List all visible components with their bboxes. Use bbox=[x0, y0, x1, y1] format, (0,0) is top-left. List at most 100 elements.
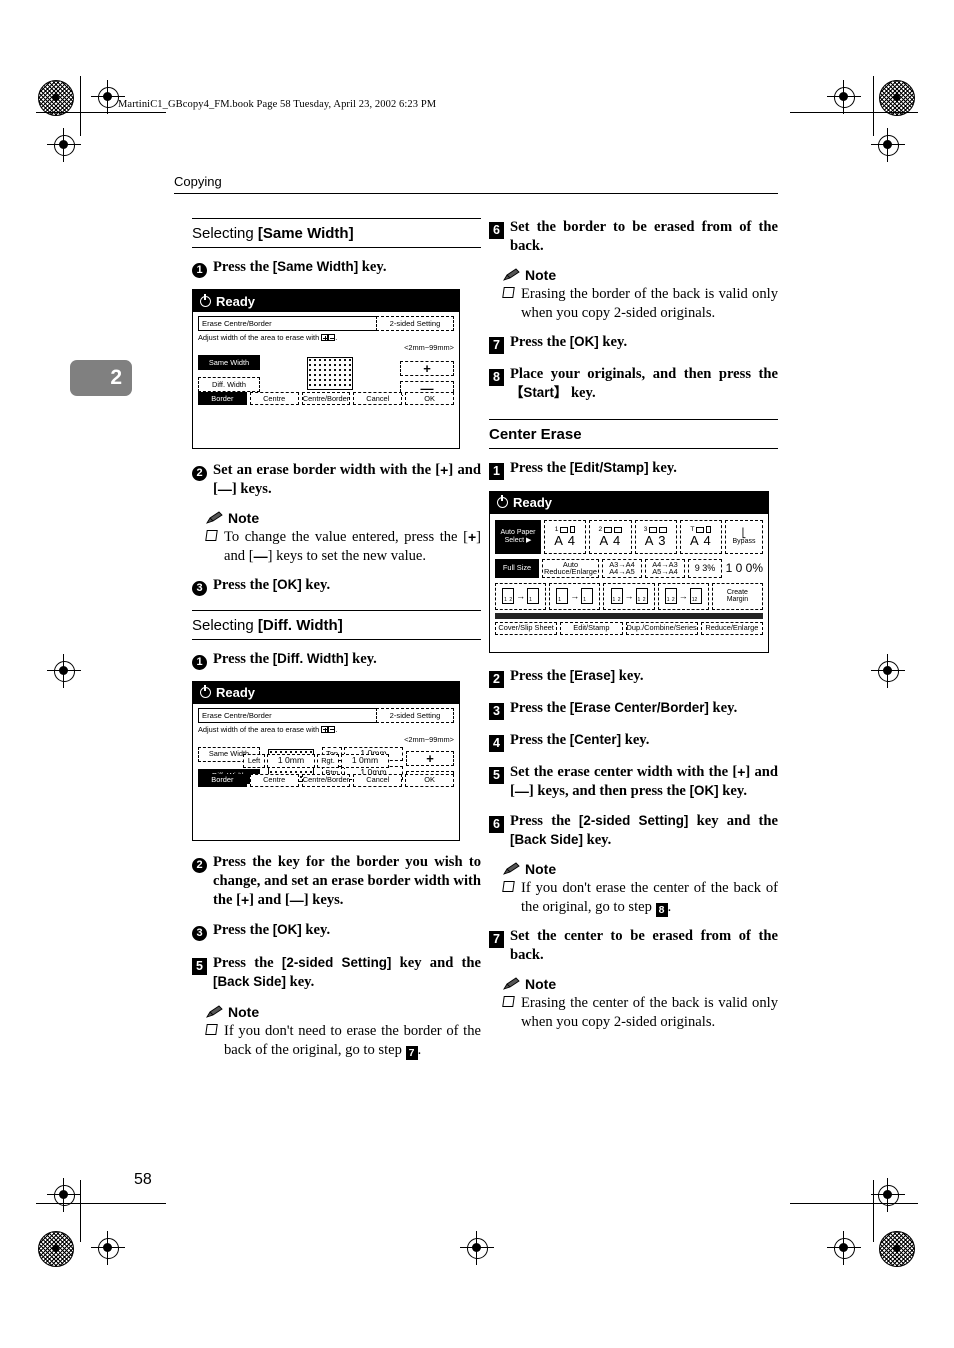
lcd-hint: Adjust width of the area to erase with . bbox=[198, 333, 338, 342]
heading-key: [Diff. Width] bbox=[257, 616, 343, 634]
combine-4to1-button[interactable]: 1 2 → 12 bbox=[657, 582, 709, 610]
note-text: Erasing the center of the back is valid … bbox=[521, 994, 778, 1030]
step-badge: 7 bbox=[489, 333, 504, 354]
rgt-field-value[interactable]: 1 0mm bbox=[341, 753, 389, 768]
auto-reduce-enlarge-button[interactable]: Auto Reduce/Enlarge bbox=[542, 558, 599, 578]
tray-1-button[interactable]: 1 A 4 bbox=[544, 519, 587, 554]
step-text: Set the border to be erased from of the … bbox=[510, 219, 778, 254]
duplex-2to2-button[interactable]: 1 → 1 bbox=[549, 582, 601, 610]
lcd-header-row: Erase Centre/Border 2-sided Setting bbox=[198, 707, 454, 723]
step-6-two-sided-setting: 6 Press the [2-sided Setting] key and th… bbox=[489, 812, 778, 850]
tab-cover-slip-sheet[interactable]: Cover/Slip Sheet bbox=[495, 621, 558, 635]
step-3-press-erase-center-border: 3 Press the [Erase Center/Border] key. bbox=[489, 699, 778, 720]
step-badge: 6 bbox=[489, 812, 504, 850]
lcd-erase-same-width[interactable]: Ready Erase Centre/Border 2-sided Settin… bbox=[192, 289, 460, 449]
left-field-label[interactable]: Left bbox=[243, 753, 265, 768]
step-reference: 8 bbox=[655, 902, 668, 917]
note-skip-to-step8: Note If you don't erase the center of th… bbox=[502, 861, 778, 917]
sheet-icon: 1 bbox=[581, 588, 594, 605]
note-bullet bbox=[502, 879, 515, 917]
tray-t-button[interactable]: T A 4 bbox=[679, 519, 722, 554]
sheet-icon: 12 bbox=[664, 588, 677, 605]
create-margin-button[interactable]: Create Margin bbox=[711, 582, 764, 610]
step-text: Press the [OK] key. bbox=[510, 333, 628, 350]
lcd-mode-label: Erase Centre/Border bbox=[198, 316, 376, 331]
preset-ratio-1-button[interactable]: A3→A4 A4→A5 bbox=[602, 558, 642, 578]
preset-ratio-2-button[interactable]: A4→A3 A5→A4 bbox=[645, 558, 685, 578]
tab-centre-border[interactable]: Centre/Border bbox=[301, 773, 351, 787]
sheet-icon: 12 bbox=[689, 588, 702, 605]
note-text: If you don't erase the center of the bac… bbox=[521, 879, 778, 917]
bypass-tray-button[interactable]: ⎣ Bypass bbox=[725, 519, 763, 554]
note-item: Erasing the border of the back is valid … bbox=[502, 285, 778, 323]
step-7-press-ok: 7 Press the [OK] key. bbox=[489, 333, 778, 354]
power-icon bbox=[200, 293, 211, 307]
tab-edit-stamp[interactable]: Edit/Stamp bbox=[560, 621, 623, 635]
tab-centre[interactable]: Centre bbox=[249, 773, 299, 787]
ok-button[interactable]: OK bbox=[405, 392, 454, 405]
pencil-icon bbox=[503, 862, 520, 875]
tab-reduce-enlarge[interactable]: Reduce/Enlarge bbox=[700, 621, 763, 635]
arrow-icon: → bbox=[516, 590, 526, 601]
minus-key-glyph: — bbox=[514, 782, 529, 799]
note-item: If you don't erase the center of the bac… bbox=[502, 879, 778, 917]
step-badge: 6 bbox=[489, 218, 504, 256]
create-margin-line1: Create bbox=[726, 589, 748, 597]
duplex-row: 1 2 → 1 1 → 1 1 2 → 1 2 1 2 → 12 Create Margin bbox=[495, 582, 764, 610]
left-field-value[interactable]: 1 0mm bbox=[267, 753, 315, 768]
step-text: Press the [Center] key. bbox=[510, 731, 650, 748]
auto-paper-select-button[interactable]: Auto Paper Select ▶ bbox=[495, 519, 541, 554]
book-file-line: MartiniC1_GBcopy4_FM.book Page 58 Tuesda… bbox=[118, 99, 437, 110]
tray-2-button[interactable]: 2 A 4 bbox=[589, 519, 632, 554]
step-badge: 8 bbox=[489, 365, 504, 403]
tray-3-button[interactable]: 3 A 3 bbox=[634, 519, 677, 554]
increase-button[interactable]: + bbox=[406, 750, 454, 766]
duplex-1to1-button[interactable]: 1 2 → 1 bbox=[495, 582, 547, 610]
two-sided-setting-button[interactable]: 2-sided Setting bbox=[376, 316, 454, 331]
lcd-content: Erase Centre/Border 2-sided Setting Adju… bbox=[193, 704, 459, 790]
trim-line-bottom-right-h bbox=[790, 1203, 918, 1205]
step-text: Press the key for the border you wish to… bbox=[213, 853, 481, 908]
rgt-field-label[interactable]: Rgt. bbox=[317, 753, 339, 768]
tab-border[interactable]: Border bbox=[198, 392, 247, 405]
step-badge: 4 bbox=[489, 731, 504, 752]
registration-crosshair-right-top bbox=[871, 128, 905, 162]
tab-centre-border[interactable]: Centre/Border bbox=[301, 392, 351, 405]
combine-2to1-button[interactable]: 1 2 → 1 2 bbox=[603, 582, 655, 610]
step-7-set-center-back: 7 Set the center to be erased from of th… bbox=[489, 927, 778, 965]
cancel-button[interactable]: Cancel bbox=[353, 773, 403, 787]
note-title: Note bbox=[206, 1004, 481, 1020]
two-sided-setting-button[interactable]: 2-sided Setting bbox=[376, 707, 454, 723]
step-badge: 3 bbox=[192, 921, 207, 941]
step-badge: 2 bbox=[192, 461, 207, 499]
lcd-bottom-tabs: Border Centre Centre/Border Cancel OK bbox=[198, 392, 454, 405]
tab-dup-combine-series[interactable]: Dup./Combine/Series bbox=[625, 621, 698, 635]
increase-button[interactable]: + bbox=[400, 361, 454, 376]
lcd-main-copy-screen[interactable]: Ready Auto Paper Select ▶ 1 A 4 2 A 4 3 … bbox=[489, 490, 769, 653]
cancel-button[interactable]: Cancel bbox=[353, 392, 403, 405]
density-patch-bottom-left bbox=[38, 1231, 74, 1267]
step-badge: 3 bbox=[489, 699, 504, 720]
tab-border[interactable]: Border bbox=[198, 773, 247, 787]
same-width-button[interactable]: Same Width bbox=[198, 355, 260, 370]
step-text: Press the [Diff. Width] key. bbox=[213, 650, 377, 667]
step-8-place-originals: 8 Place your originals, and then press t… bbox=[489, 365, 778, 403]
step-badge: 1 bbox=[192, 258, 207, 278]
registration-crosshair-left-bot bbox=[47, 1178, 81, 1212]
ratio-93-button[interactable]: 9 3% bbox=[688, 558, 722, 578]
diff-width-button[interactable]: Diff. Width bbox=[198, 377, 260, 392]
registration-crosshair-bl bbox=[91, 1231, 125, 1265]
arrow-icon: → bbox=[624, 590, 634, 601]
lcd-erase-diff-width[interactable]: Ready Erase Centre/Border 2-sided Settin… bbox=[192, 680, 460, 841]
lcd-status-bar: Ready bbox=[193, 681, 459, 704]
step-text: Set the erase center width with the [+] … bbox=[510, 763, 779, 799]
lcd-hint: Adjust width of the area to erase with . bbox=[198, 724, 338, 734]
tray-t-size: A 4 bbox=[689, 533, 712, 549]
note-label: Note bbox=[228, 509, 260, 526]
sheet-icon: 12 bbox=[502, 588, 515, 605]
ok-button[interactable]: OK bbox=[405, 773, 454, 787]
step-text: Press the [2-sided Setting] key and the … bbox=[510, 812, 778, 848]
full-size-button[interactable]: Full Size bbox=[495, 558, 539, 578]
pencil-icon bbox=[206, 511, 223, 525]
tab-centre[interactable]: Centre bbox=[249, 392, 299, 405]
